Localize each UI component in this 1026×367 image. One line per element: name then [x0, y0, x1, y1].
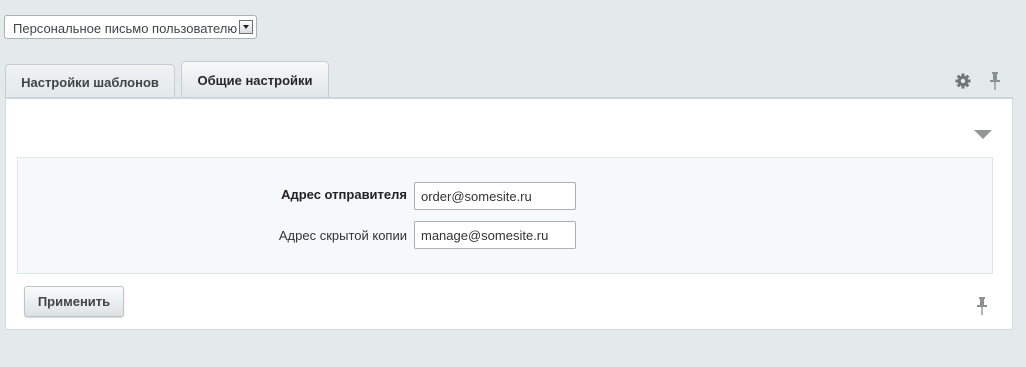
tab-general-settings[interactable]: Общие настройки — [181, 61, 329, 99]
tab-general-settings-label: Общие настройки — [197, 73, 313, 88]
pin-icon[interactable] — [976, 297, 988, 315]
template-select-value: Персональное письмо пользователю — [13, 21, 238, 36]
sender-address-input[interactable] — [414, 182, 576, 210]
tab-template-settings-label: Настройки шаблонов — [21, 75, 159, 90]
template-select[interactable]: Персональное письмо пользователю — [4, 15, 257, 39]
triangle-down-icon[interactable] — [974, 130, 992, 139]
chevron-down-icon[interactable] — [239, 20, 253, 34]
apply-button[interactable]: Применить — [24, 286, 124, 317]
tab-template-settings[interactable]: Настройки шаблонов — [5, 64, 175, 99]
bcc-address-label: Адрес скрытой копии — [278, 228, 407, 243]
pin-icon[interactable] — [989, 72, 1001, 90]
bcc-address-input[interactable] — [414, 221, 576, 249]
gear-icon[interactable] — [955, 73, 971, 89]
settings-form — [17, 157, 993, 274]
sender-address-label: Адрес отправителя — [281, 187, 407, 202]
